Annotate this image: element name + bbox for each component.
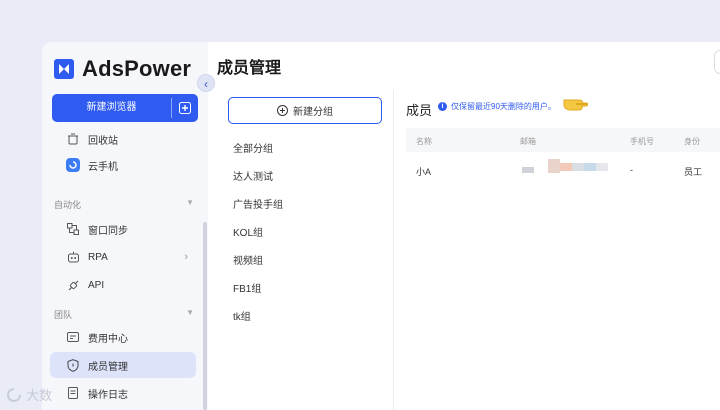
section-label: 团队: [54, 310, 73, 320]
new-group-button[interactable]: 新建分组: [228, 97, 382, 124]
tip-text: 仅保留最近90天删除的用户。: [451, 102, 556, 111]
sidebar-item-recycle-bin[interactable]: 回收站: [50, 126, 196, 152]
group-item[interactable]: 达人测试: [233, 168, 273, 183]
plus-circle-icon: [277, 105, 288, 116]
sidebar-item-rpa[interactable]: RPA ›: [50, 244, 196, 270]
table-row[interactable]: 小A - 员工: [406, 154, 720, 184]
section-automation[interactable]: 自动化 ▼: [54, 198, 194, 211]
brand-name: AdsPower: [82, 56, 192, 81]
group-panel: 新建分组 全部分组 达人测试 广告投手组 KOL组 视频组 FB1组 tk组: [208, 90, 394, 410]
side-panel-toggle[interactable]: [714, 50, 720, 74]
sidebar-item-window-sync[interactable]: 窗口同步: [50, 216, 196, 242]
shield-icon: [66, 358, 80, 372]
info-icon: i: [438, 102, 447, 111]
window-sync-icon: [66, 222, 80, 236]
retention-tip: i 仅保留最近90天删除的用户。: [438, 101, 556, 112]
member-role: 员工: [684, 167, 703, 177]
robot-icon: [66, 250, 80, 264]
column-header-role: 身份: [684, 137, 700, 146]
email-redacted: [522, 159, 608, 173]
trash-icon: [66, 132, 80, 146]
group-item[interactable]: 广告投手组: [233, 196, 283, 211]
new-browser-label: 新建浏览器: [86, 102, 137, 113]
chevron-down-icon: ▼: [186, 308, 194, 317]
sidebar-item-label: 费用中心: [88, 333, 128, 345]
sidebar-item-api[interactable]: API: [50, 272, 196, 298]
members-title: 成员: [406, 103, 433, 118]
watermark-logo: 大数: [6, 385, 52, 404]
sidebar-item-label: 云手机: [88, 161, 118, 173]
sidebar-item-label: 窗口同步: [88, 225, 128, 237]
sidebar: AdsPower 新建浏览器 回收站 云手机 自动化 ▼ 窗口同步 RPA › …: [42, 42, 208, 410]
adspower-logo-icon: [54, 59, 74, 79]
sidebar-item-label: API: [88, 279, 105, 291]
app-window: AdsPower 新建浏览器 回收站 云手机 自动化 ▼ 窗口同步 RPA › …: [42, 42, 720, 410]
group-item[interactable]: 视频组: [233, 252, 263, 267]
sidebar-item-billing[interactable]: 费用中心: [50, 324, 196, 350]
chevron-right-icon: ›: [184, 251, 188, 263]
member-phone: -: [630, 165, 633, 175]
sidebar-item-label: 回收站: [88, 135, 118, 147]
group-item[interactable]: tk组: [233, 308, 251, 323]
collapse-sidebar-icon[interactable]: ‹: [197, 74, 215, 92]
column-header-email: 邮箱: [520, 137, 536, 146]
group-item[interactable]: FB1组: [233, 280, 261, 295]
section-label: 自动化: [54, 200, 82, 210]
member-name: 小A: [416, 167, 432, 177]
sidebar-item-label: RPA: [88, 251, 108, 263]
sidebar-item-label: 操作日志: [88, 389, 128, 401]
sidebar-item-cloud-phone[interactable]: 云手机: [50, 152, 196, 178]
members-panel: 成员 i 仅保留最近90天删除的用户。 名称 邮箱 手机号 身份 小A - 员工: [394, 90, 720, 410]
new-browser-button[interactable]: 新建浏览器: [52, 94, 198, 122]
main-content: 成员管理 新建分组 全部分组 达人测试 广告投手组 KOL组 视频组 FB1组 …: [208, 42, 720, 410]
sidebar-scrollbar[interactable]: [203, 222, 207, 410]
brand-logo: AdsPower: [54, 56, 191, 82]
section-team[interactable]: 团队 ▼: [54, 308, 194, 321]
cloud-phone-icon: [66, 158, 80, 172]
page-title: 成员管理: [217, 60, 282, 77]
group-item[interactable]: KOL组: [233, 224, 263, 239]
group-item[interactable]: 全部分组: [233, 140, 273, 155]
members-table-header: 名称 邮箱 手机号 身份: [406, 128, 720, 152]
column-header-phone: 手机号: [630, 137, 654, 146]
sidebar-item-members[interactable]: 成员管理: [50, 352, 196, 378]
chevron-down-icon: ▼: [186, 198, 194, 207]
sidebar-item-operation-log[interactable]: 操作日志: [50, 380, 196, 406]
pointing-hand-icon: [562, 94, 590, 117]
sidebar-item-label: 成员管理: [88, 361, 128, 373]
billing-icon: [66, 330, 80, 344]
log-icon: [66, 386, 80, 400]
new-group-label: 新建分组: [293, 107, 333, 118]
column-header-name: 名称: [416, 137, 432, 146]
batch-add-icon[interactable]: [172, 94, 198, 122]
api-plug-icon: [66, 278, 80, 292]
